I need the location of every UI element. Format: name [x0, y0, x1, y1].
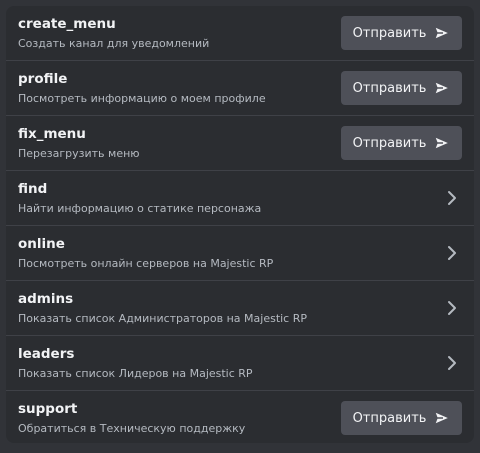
command-name: find	[18, 181, 48, 197]
chevron-right-icon[interactable]	[444, 244, 460, 262]
send-button-label: Отправить	[352, 80, 427, 96]
command-name: leaders	[18, 346, 75, 362]
command-row-support: support Обратиться в Техническую поддерж…	[6, 391, 474, 443]
send-button-profile[interactable]: Отправить	[341, 71, 462, 105]
command-row-profile: profile Посмотреть информацию о моем про…	[6, 61, 474, 116]
send-button-create-menu[interactable]: Отправить	[341, 16, 462, 50]
command-name: online	[18, 236, 65, 252]
command-name: create_menu	[18, 16, 116, 32]
command-list-panel: create_menu Создать канал для уведомлени…	[6, 6, 474, 443]
command-description: Найти информацию о статике персонажа	[18, 202, 262, 215]
command-row-admins[interactable]: admins Показать список Администраторов н…	[6, 281, 474, 336]
chevron-right-icon[interactable]	[444, 354, 460, 372]
command-row-online[interactable]: online Посмотреть онлайн серверов на Maj…	[6, 226, 474, 281]
send-button-support[interactable]: Отправить	[341, 401, 462, 435]
command-row-fix-menu: fix_menu Перезагрузить меню Отправить	[6, 116, 474, 171]
chevron-right-icon[interactable]	[444, 189, 460, 207]
command-description: Посмотреть онлайн серверов на Majestic R…	[18, 257, 274, 270]
command-description: Перезагрузить меню	[18, 147, 140, 160]
command-row-leaders[interactable]: leaders Показать список Лидеров на Majes…	[6, 336, 474, 391]
send-icon	[434, 26, 451, 40]
command-row-create-menu: create_menu Создать канал для уведомлени…	[6, 6, 474, 61]
command-description: Посмотреть информацию о моем профиле	[18, 92, 266, 105]
send-icon	[434, 411, 451, 425]
command-description: Показать список Администраторов на Majes…	[18, 312, 308, 325]
command-name: fix_menu	[18, 126, 86, 142]
send-icon	[434, 81, 451, 95]
command-name: support	[18, 401, 78, 417]
send-button-label: Отправить	[352, 135, 427, 151]
command-name: admins	[18, 291, 74, 307]
chevron-right-icon[interactable]	[444, 299, 460, 317]
command-description: Создать канал для уведомлений	[18, 37, 210, 50]
send-button-fix-menu[interactable]: Отправить	[341, 126, 462, 160]
command-description: Показать список Лидеров на Majestic RP	[18, 367, 253, 380]
send-button-label: Отправить	[352, 410, 427, 426]
send-icon	[434, 136, 451, 150]
command-description: Обратиться в Техническую поддержку	[18, 422, 246, 435]
command-row-find[interactable]: find Найти информацию о статике персонаж…	[6, 171, 474, 226]
command-name: profile	[18, 71, 68, 87]
send-button-label: Отправить	[352, 25, 427, 41]
